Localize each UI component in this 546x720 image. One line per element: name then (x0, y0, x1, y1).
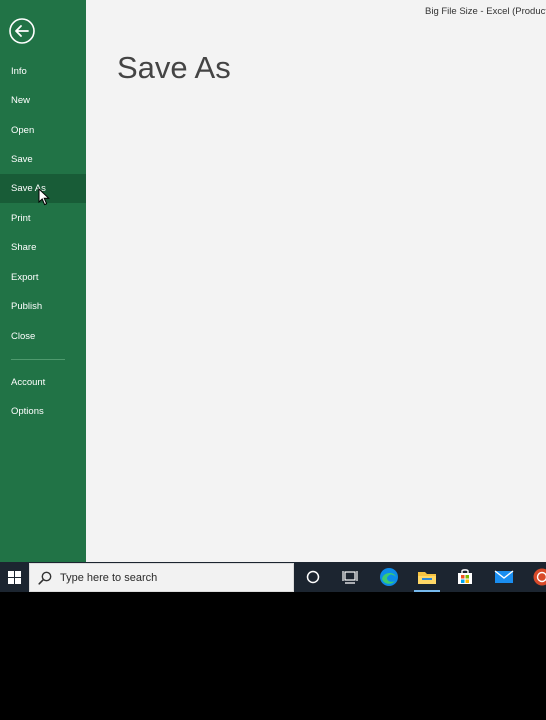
mouse-pointer-icon (38, 188, 50, 206)
back-arrow-icon (9, 18, 35, 44)
back-button[interactable] (8, 17, 36, 45)
windows-start-icon (7, 570, 21, 584)
file-explorer-button[interactable] (410, 562, 444, 592)
edge-icon (380, 568, 398, 586)
taskbar-search-box[interactable]: Type here to search (29, 563, 294, 592)
nav-open[interactable]: Open (0, 116, 86, 145)
taskbar: Type here to search (0, 562, 546, 592)
nav-share[interactable]: Share (0, 233, 86, 262)
cortana-button[interactable] (296, 562, 330, 592)
microsoft-store-button[interactable] (448, 562, 482, 592)
nav-account[interactable]: Account (0, 368, 86, 397)
page-title: Save As (117, 50, 231, 85)
file-explorer-icon (418, 572, 436, 584)
nav-divider (11, 359, 65, 360)
nav-close[interactable]: Close (0, 322, 86, 351)
nav-export[interactable]: Export (0, 263, 86, 292)
backstage-sidebar: Info New Open Save Save As Print Share E… (0, 0, 86, 562)
mail-button[interactable] (487, 562, 521, 592)
search-icon (38, 571, 52, 585)
task-view-icon (342, 571, 358, 584)
active-app-indicator (414, 590, 440, 592)
nav-print[interactable]: Print (0, 204, 86, 233)
nav-publish[interactable]: Publish (0, 292, 86, 321)
nav-info[interactable]: Info (0, 57, 86, 86)
task-view-button[interactable] (333, 562, 367, 592)
start-button[interactable] (0, 562, 28, 592)
nav-save[interactable]: Save (0, 145, 86, 174)
nav-options[interactable]: Options (0, 397, 86, 426)
cortana-icon (306, 570, 320, 584)
search-placeholder: Type here to search (60, 572, 158, 584)
microsoft-store-icon (458, 569, 472, 584)
app-icon (533, 568, 546, 586)
edge-button[interactable] (372, 562, 406, 592)
window-title: Big File Size - Excel (Product A (425, 6, 546, 17)
nav-new[interactable]: New (0, 86, 86, 115)
mail-icon (494, 570, 514, 583)
excel-window: Info New Open Save Save As Print Share E… (0, 0, 546, 592)
pinned-app-button[interactable] (525, 562, 546, 592)
